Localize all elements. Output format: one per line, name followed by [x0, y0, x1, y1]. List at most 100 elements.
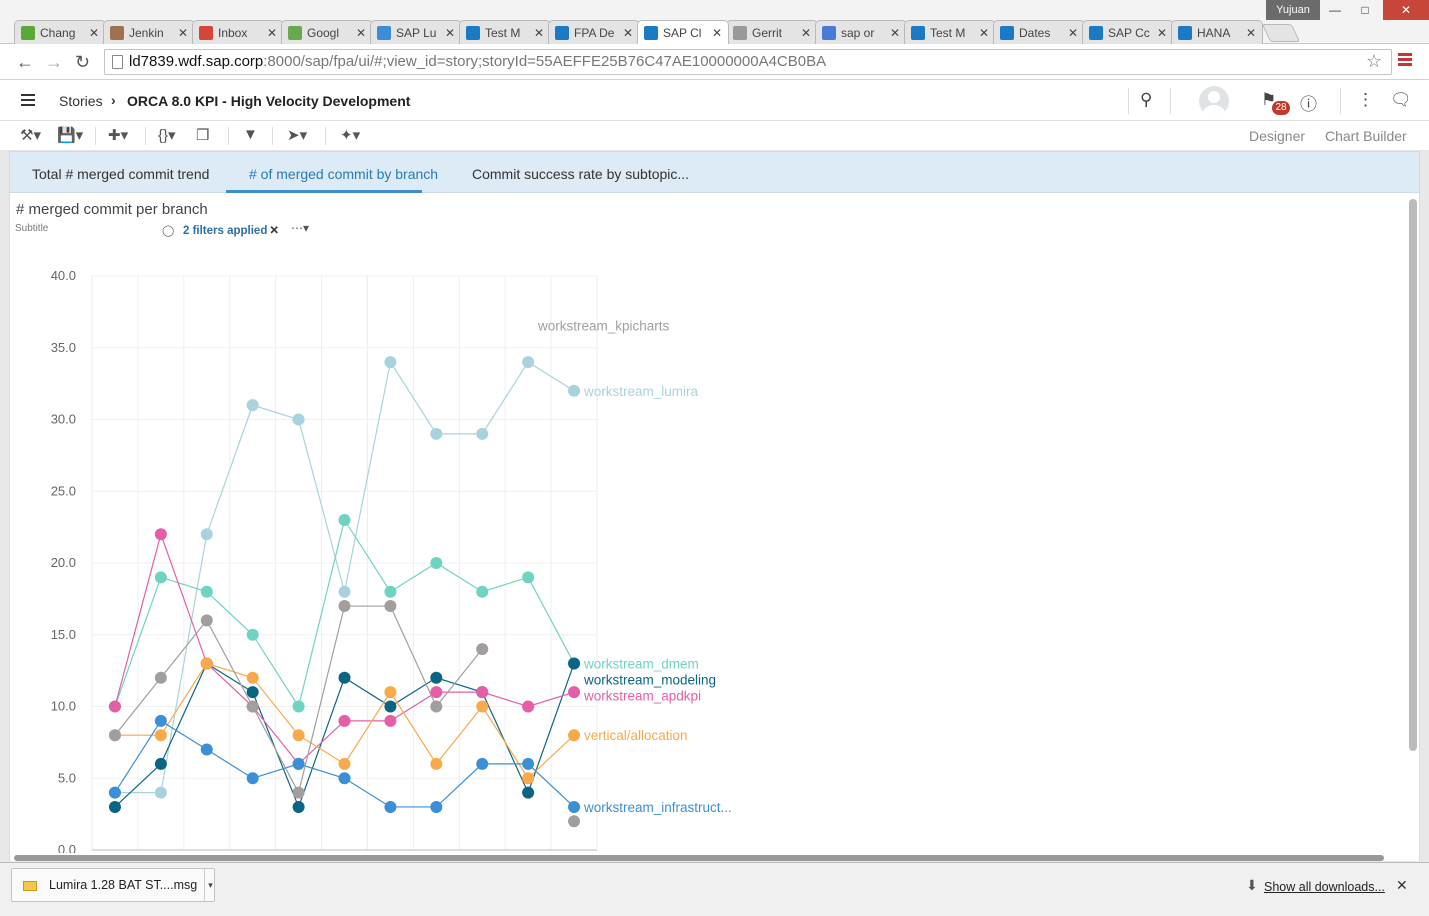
data-point[interactable]	[154, 729, 167, 742]
browser-tab[interactable]: SAP Cc ✕	[1082, 20, 1174, 44]
close-tab-icon[interactable]: ✕	[1157, 26, 1167, 40]
data-point[interactable]	[476, 757, 489, 770]
data-point[interactable]	[292, 413, 305, 426]
close-tab-icon[interactable]: ✕	[890, 26, 900, 40]
data-point[interactable]	[246, 671, 259, 684]
data-point[interactable]	[246, 700, 259, 713]
browser-tab[interactable]: Jenkin ✕	[103, 20, 195, 44]
browser-tab[interactable]: Test M ✕	[904, 20, 996, 44]
data-point[interactable]	[108, 800, 121, 813]
data-point[interactable]	[246, 399, 259, 412]
browser-tab[interactable]: sap or ✕	[815, 20, 907, 44]
save-icon[interactable]: 💾▾	[57, 126, 83, 144]
avatar[interactable]	[1199, 86, 1229, 116]
data-point[interactable]	[200, 743, 213, 756]
data-point[interactable]	[154, 671, 167, 684]
download-item[interactable]: Lumira 1.28 BAT ST....msg ▾	[11, 868, 215, 902]
new-tab-button[interactable]	[1261, 24, 1301, 42]
close-tab-icon[interactable]: ✕	[534, 26, 544, 40]
pin-icon[interactable]: ✦▾	[340, 126, 360, 144]
data-point[interactable]	[568, 686, 581, 699]
url-input[interactable]: ld7839.wdf.sap.corp:8000/sap/fpa/ui/#;vi…	[104, 49, 1392, 75]
data-point[interactable]	[154, 571, 167, 584]
browser-tab[interactable]: Dates ✕	[993, 20, 1085, 44]
data-point[interactable]	[292, 757, 305, 770]
chrome-menu-icon[interactable]	[1398, 53, 1412, 68]
data-point[interactable]	[522, 571, 535, 584]
data-point[interactable]	[246, 628, 259, 641]
data-point[interactable]	[568, 657, 581, 670]
data-point[interactable]	[246, 686, 259, 699]
data-point[interactable]	[476, 700, 489, 713]
maximize-button[interactable]: □	[1350, 0, 1380, 20]
data-point[interactable]	[384, 686, 397, 699]
close-tab-icon[interactable]: ✕	[1068, 26, 1078, 40]
data-point[interactable]	[384, 585, 397, 598]
browser-user-badge[interactable]: Yujuan	[1266, 0, 1320, 20]
close-tab-icon[interactable]: ✕	[445, 26, 455, 40]
browser-tab[interactable]: HANA ✕	[1171, 20, 1263, 44]
data-point[interactable]	[430, 671, 443, 684]
data-point[interactable]	[384, 700, 397, 713]
data-point[interactable]	[338, 513, 351, 526]
data-point[interactable]	[292, 786, 305, 799]
close-tab-icon[interactable]: ✕	[356, 26, 366, 40]
data-point[interactable]	[430, 700, 443, 713]
chart-more-menu[interactable]: ⋯▾	[291, 221, 309, 235]
vertical-scrollbar[interactable]	[1409, 199, 1417, 751]
breadcrumb-stories[interactable]: Stories	[59, 93, 103, 109]
close-tab-icon[interactable]: ✕	[89, 26, 99, 40]
data-point[interactable]	[384, 356, 397, 369]
data-point[interactable]	[476, 686, 489, 699]
browser-tab[interactable]: FPA De ✕	[548, 20, 640, 44]
minimize-button[interactable]: —	[1320, 0, 1350, 20]
filters-applied-link[interactable]: 2 filters applied ✕	[183, 223, 279, 237]
data-point[interactable]	[522, 757, 535, 770]
data-point[interactable]	[568, 384, 581, 397]
help-icon[interactable]: ⓘ	[1300, 90, 1317, 115]
data-point[interactable]	[108, 700, 121, 713]
data-point[interactable]	[200, 585, 213, 598]
tab-commit-success-rate[interactable]: Commit success rate by subtopic...	[472, 166, 689, 182]
data-point[interactable]	[200, 528, 213, 541]
data-point[interactable]	[154, 528, 167, 541]
tools-icon[interactable]: ⚒▾	[20, 126, 41, 144]
more-vertical-icon[interactable]: ⋮	[1357, 90, 1374, 110]
close-tab-icon[interactable]: ✕	[178, 26, 188, 40]
data-point[interactable]	[430, 686, 443, 699]
close-tab-icon[interactable]: ✕	[623, 26, 633, 40]
browser-tab[interactable]: SAP Lu ✕	[370, 20, 462, 44]
chart-subtitle[interactable]: Subtitle	[15, 223, 48, 234]
data-point[interactable]	[292, 729, 305, 742]
data-point[interactable]	[338, 600, 351, 613]
data-point[interactable]	[522, 786, 535, 799]
close-tab-icon[interactable]: ✕	[979, 26, 989, 40]
tab-merged-commit-by-branch[interactable]: # of merged commit by branch	[249, 166, 438, 182]
data-point[interactable]	[384, 714, 397, 727]
data-point[interactable]	[200, 614, 213, 627]
browser-tab[interactable]: Gerrit ✕	[726, 20, 818, 44]
data-point[interactable]	[476, 643, 489, 656]
data-point[interactable]	[430, 757, 443, 770]
clear-filters-icon[interactable]: ✕	[269, 225, 279, 237]
data-point[interactable]	[522, 700, 535, 713]
filter-icon[interactable]: ▼	[243, 126, 258, 143]
show-all-downloads-link[interactable]: Show all downloads...	[1264, 880, 1385, 894]
data-point[interactable]	[476, 585, 489, 598]
data-point[interactable]	[154, 714, 167, 727]
data-point[interactable]	[108, 786, 121, 799]
browser-tab[interactable]: Test M ✕	[459, 20, 551, 44]
horizontal-scrollbar[interactable]	[14, 855, 1384, 861]
window-close-button[interactable]: ✕	[1383, 0, 1429, 20]
bookmark-star-icon[interactable]: ☆	[1366, 51, 1382, 72]
close-tab-icon[interactable]: ✕	[1246, 26, 1256, 40]
formula-icon[interactable]: {}▾	[158, 126, 176, 144]
data-point[interactable]	[568, 815, 581, 828]
browser-tab[interactable]: Googl ✕	[281, 20, 373, 44]
data-point[interactable]	[246, 772, 259, 785]
data-point[interactable]	[430, 427, 443, 440]
reload-icon[interactable]: ↻	[75, 52, 90, 73]
data-point[interactable]	[338, 757, 351, 770]
close-icon[interactable]: ✕	[1396, 877, 1408, 894]
browser-tab[interactable]: SAP Cl ✕	[637, 20, 729, 44]
